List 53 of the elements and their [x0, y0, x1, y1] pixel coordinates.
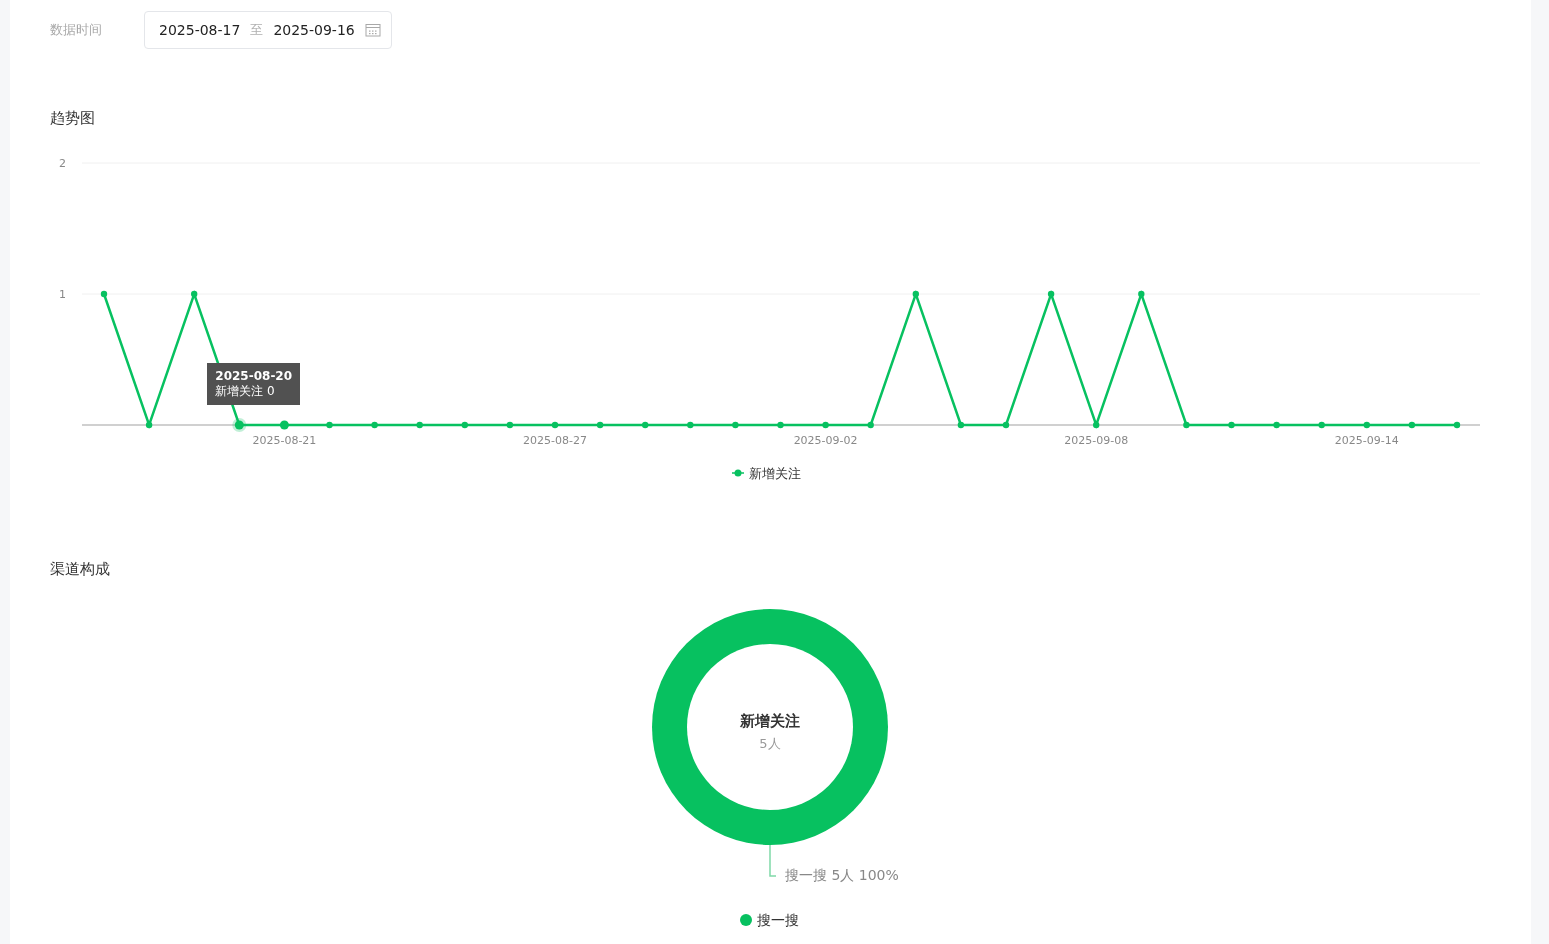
calendar-icon[interactable]: [364, 23, 381, 37]
data-point[interactable]: [957, 421, 965, 429]
data-point[interactable]: [867, 421, 874, 429]
data-point[interactable]: [642, 421, 649, 429]
data-point[interactable]: [596, 421, 604, 429]
data-point[interactable]: [1093, 421, 1100, 429]
data-point[interactable]: [1138, 290, 1145, 298]
data-point[interactable]: [506, 421, 514, 429]
data-point[interactable]: [1273, 421, 1280, 429]
y-axis-label: 1: [59, 288, 66, 301]
data-point[interactable]: [1002, 421, 1010, 429]
data-point[interactable]: [371, 421, 378, 429]
legend-label[interactable]: 搜一搜: [757, 912, 799, 928]
y-axis-label: 2: [59, 157, 66, 170]
data-point[interactable]: [822, 421, 829, 429]
donut-data-label: 搜一搜 5人 100%: [785, 867, 899, 883]
data-point[interactable]: [912, 290, 919, 298]
donut-center-value: 5人: [759, 736, 781, 751]
legend-dot-icon: [740, 914, 752, 926]
data-point[interactable]: [1318, 421, 1325, 429]
data-point[interactable]: [100, 290, 108, 298]
data-point[interactable]: [1453, 421, 1461, 429]
x-axis-label: 2025-08-21: [252, 434, 317, 447]
data-point[interactable]: [1183, 421, 1190, 429]
data-point[interactable]: [1363, 421, 1370, 429]
date-range-field[interactable]: 2025-08-17 至 2025-09-16: [144, 11, 392, 49]
x-axis-label: 2025-08-27: [523, 434, 587, 447]
data-point[interactable]: [145, 421, 153, 429]
x-axis-label: 2025-09-02: [793, 434, 858, 447]
data-point[interactable]: [326, 421, 333, 429]
section-title: 渠道构成: [50, 560, 111, 579]
donut-center-title: 新增关注: [740, 712, 800, 730]
data-point[interactable]: [191, 290, 198, 298]
tooltip-value: 新增关注 0: [215, 384, 276, 399]
data-point[interactable]: [777, 421, 784, 429]
x-axis-label: 2025-09-14: [1334, 434, 1399, 447]
x-axis-label: 2025-09-08: [1064, 434, 1129, 447]
section-title: 趋势图: [50, 109, 96, 128]
tooltip-date: 2025-08-20: [215, 369, 293, 384]
filter-label: 数据时间: [50, 21, 103, 39]
data-point[interactable]: [687, 421, 694, 429]
data-point[interactable]: [551, 421, 559, 429]
legend-label[interactable]: 新增关注: [749, 466, 801, 481]
data-point[interactable]: [279, 420, 289, 430]
data-point[interactable]: [461, 421, 468, 429]
data-point[interactable]: [416, 421, 423, 429]
leader-line: [769, 844, 777, 877]
legend-marker-icon: [731, 469, 745, 477]
data-point[interactable]: [1408, 421, 1416, 429]
data-point[interactable]: [1228, 421, 1235, 429]
highlighted-point[interactable]: [232, 418, 247, 432]
data-point[interactable]: [1047, 290, 1055, 298]
data-point[interactable]: [732, 421, 739, 429]
